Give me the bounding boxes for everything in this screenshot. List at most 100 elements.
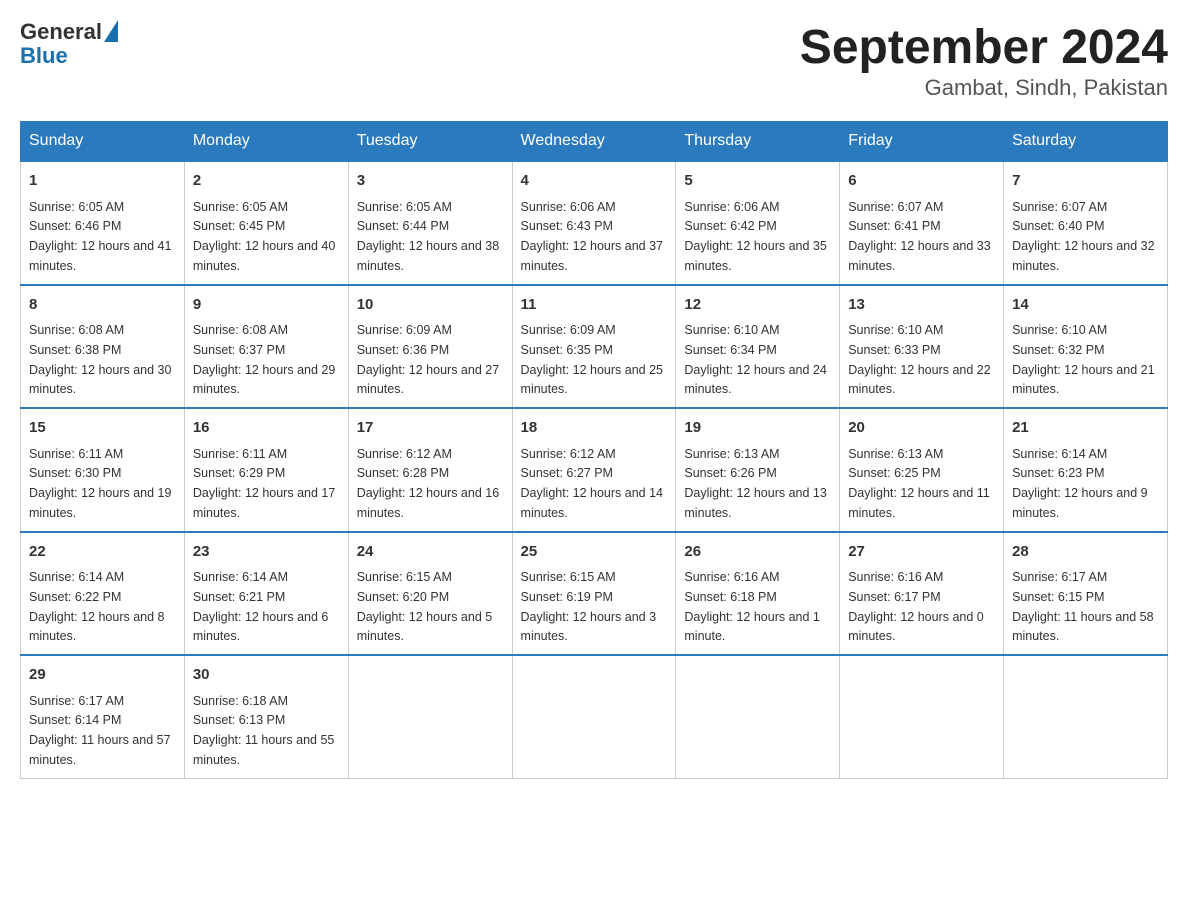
day-number: 2 — [193, 170, 340, 193]
day-daylight: Daylight: 12 hours and 33 minutes. — [848, 239, 990, 273]
day-sunrise: Sunrise: 6:14 AM — [1012, 447, 1107, 461]
day-sunset: Sunset: 6:14 PM — [29, 713, 121, 727]
day-sunrise: Sunrise: 6:18 AM — [193, 694, 288, 708]
day-sunrise: Sunrise: 6:15 AM — [357, 570, 452, 584]
day-sunset: Sunset: 6:29 PM — [193, 466, 285, 480]
day-sunset: Sunset: 6:19 PM — [521, 590, 613, 604]
calendar-cell: 27 Sunrise: 6:16 AM Sunset: 6:17 PM Dayl… — [840, 532, 1004, 656]
calendar-week-row: 22 Sunrise: 6:14 AM Sunset: 6:22 PM Dayl… — [21, 532, 1168, 656]
day-sunrise: Sunrise: 6:12 AM — [521, 447, 616, 461]
day-daylight: Daylight: 12 hours and 25 minutes. — [521, 363, 663, 397]
calendar-cell: 10 Sunrise: 6:09 AM Sunset: 6:36 PM Dayl… — [348, 285, 512, 409]
day-daylight: Daylight: 11 hours and 55 minutes. — [193, 733, 335, 767]
day-number: 5 — [684, 170, 831, 193]
day-daylight: Daylight: 11 hours and 57 minutes. — [29, 733, 171, 767]
calendar-cell: 14 Sunrise: 6:10 AM Sunset: 6:32 PM Dayl… — [1004, 285, 1168, 409]
logo-triangle-icon — [104, 20, 118, 42]
day-daylight: Daylight: 11 hours and 58 minutes. — [1012, 610, 1154, 644]
day-sunrise: Sunrise: 6:09 AM — [357, 323, 452, 337]
day-sunrise: Sunrise: 6:11 AM — [29, 447, 123, 461]
calendar-cell: 11 Sunrise: 6:09 AM Sunset: 6:35 PM Dayl… — [512, 285, 676, 409]
day-daylight: Daylight: 12 hours and 1 minute. — [684, 610, 820, 644]
day-sunset: Sunset: 6:38 PM — [29, 343, 121, 357]
day-daylight: Daylight: 12 hours and 22 minutes. — [848, 363, 990, 397]
day-sunrise: Sunrise: 6:05 AM — [29, 200, 124, 214]
calendar-cell — [348, 655, 512, 778]
day-sunrise: Sunrise: 6:15 AM — [521, 570, 616, 584]
day-daylight: Daylight: 12 hours and 5 minutes. — [357, 610, 493, 644]
day-sunrise: Sunrise: 6:10 AM — [848, 323, 943, 337]
calendar-cell: 6 Sunrise: 6:07 AM Sunset: 6:41 PM Dayli… — [840, 161, 1004, 285]
calendar-cell: 17 Sunrise: 6:12 AM Sunset: 6:28 PM Dayl… — [348, 408, 512, 532]
day-daylight: Daylight: 12 hours and 30 minutes. — [29, 363, 171, 397]
calendar-cell — [840, 655, 1004, 778]
day-sunrise: Sunrise: 6:10 AM — [1012, 323, 1107, 337]
day-number: 12 — [684, 294, 831, 317]
day-number: 21 — [1012, 417, 1159, 440]
day-daylight: Daylight: 12 hours and 16 minutes. — [357, 486, 499, 520]
day-sunrise: Sunrise: 6:05 AM — [193, 200, 288, 214]
day-sunset: Sunset: 6:30 PM — [29, 466, 121, 480]
calendar-week-row: 15 Sunrise: 6:11 AM Sunset: 6:30 PM Dayl… — [21, 408, 1168, 532]
calendar-cell: 16 Sunrise: 6:11 AM Sunset: 6:29 PM Dayl… — [184, 408, 348, 532]
calendar-cell: 1 Sunrise: 6:05 AM Sunset: 6:46 PM Dayli… — [21, 161, 185, 285]
day-sunset: Sunset: 6:25 PM — [848, 466, 940, 480]
weekday-header-wednesday: Wednesday — [512, 122, 676, 162]
day-sunrise: Sunrise: 6:17 AM — [29, 694, 124, 708]
calendar-cell: 23 Sunrise: 6:14 AM Sunset: 6:21 PM Dayl… — [184, 532, 348, 656]
calendar-cell — [512, 655, 676, 778]
day-sunset: Sunset: 6:44 PM — [357, 219, 449, 233]
day-sunset: Sunset: 6:23 PM — [1012, 466, 1104, 480]
calendar-table: SundayMondayTuesdayWednesdayThursdayFrid… — [20, 121, 1168, 779]
weekday-header-row: SundayMondayTuesdayWednesdayThursdayFrid… — [21, 122, 1168, 162]
day-number: 29 — [29, 664, 176, 687]
day-daylight: Daylight: 12 hours and 0 minutes. — [848, 610, 984, 644]
calendar-cell: 15 Sunrise: 6:11 AM Sunset: 6:30 PM Dayl… — [21, 408, 185, 532]
day-sunrise: Sunrise: 6:12 AM — [357, 447, 452, 461]
day-sunrise: Sunrise: 6:11 AM — [193, 447, 287, 461]
day-sunrise: Sunrise: 6:09 AM — [521, 323, 616, 337]
day-sunset: Sunset: 6:20 PM — [357, 590, 449, 604]
day-number: 30 — [193, 664, 340, 687]
day-daylight: Daylight: 12 hours and 24 minutes. — [684, 363, 826, 397]
calendar-cell: 13 Sunrise: 6:10 AM Sunset: 6:33 PM Dayl… — [840, 285, 1004, 409]
day-number: 8 — [29, 294, 176, 317]
day-sunset: Sunset: 6:45 PM — [193, 219, 285, 233]
logo: General Blue — [20, 20, 118, 68]
day-daylight: Daylight: 12 hours and 21 minutes. — [1012, 363, 1154, 397]
calendar-cell: 5 Sunrise: 6:06 AM Sunset: 6:42 PM Dayli… — [676, 161, 840, 285]
day-number: 22 — [29, 541, 176, 564]
logo-general-text: General — [20, 20, 102, 44]
day-number: 9 — [193, 294, 340, 317]
calendar-cell: 25 Sunrise: 6:15 AM Sunset: 6:19 PM Dayl… — [512, 532, 676, 656]
day-daylight: Daylight: 12 hours and 19 minutes. — [29, 486, 171, 520]
calendar-cell: 9 Sunrise: 6:08 AM Sunset: 6:37 PM Dayli… — [184, 285, 348, 409]
day-sunrise: Sunrise: 6:13 AM — [684, 447, 779, 461]
day-number: 1 — [29, 170, 176, 193]
weekday-header-sunday: Sunday — [21, 122, 185, 162]
calendar-cell: 18 Sunrise: 6:12 AM Sunset: 6:27 PM Dayl… — [512, 408, 676, 532]
day-sunset: Sunset: 6:28 PM — [357, 466, 449, 480]
calendar-cell: 24 Sunrise: 6:15 AM Sunset: 6:20 PM Dayl… — [348, 532, 512, 656]
day-daylight: Daylight: 12 hours and 37 minutes. — [521, 239, 663, 273]
weekday-header-saturday: Saturday — [1004, 122, 1168, 162]
calendar-cell: 8 Sunrise: 6:08 AM Sunset: 6:38 PM Dayli… — [21, 285, 185, 409]
day-number: 15 — [29, 417, 176, 440]
day-daylight: Daylight: 12 hours and 8 minutes. — [29, 610, 165, 644]
month-title: September 2024 — [800, 20, 1168, 75]
day-sunset: Sunset: 6:33 PM — [848, 343, 940, 357]
weekday-header-monday: Monday — [184, 122, 348, 162]
weekday-header-friday: Friday — [840, 122, 1004, 162]
day-sunset: Sunset: 6:43 PM — [521, 219, 613, 233]
day-sunset: Sunset: 6:41 PM — [848, 219, 940, 233]
day-number: 24 — [357, 541, 504, 564]
calendar-week-row: 1 Sunrise: 6:05 AM Sunset: 6:46 PM Dayli… — [21, 161, 1168, 285]
day-number: 28 — [1012, 541, 1159, 564]
day-number: 11 — [521, 294, 668, 317]
day-number: 17 — [357, 417, 504, 440]
day-number: 19 — [684, 417, 831, 440]
calendar-cell: 4 Sunrise: 6:06 AM Sunset: 6:43 PM Dayli… — [512, 161, 676, 285]
day-sunrise: Sunrise: 6:08 AM — [29, 323, 124, 337]
day-sunrise: Sunrise: 6:17 AM — [1012, 570, 1107, 584]
day-sunrise: Sunrise: 6:16 AM — [684, 570, 779, 584]
